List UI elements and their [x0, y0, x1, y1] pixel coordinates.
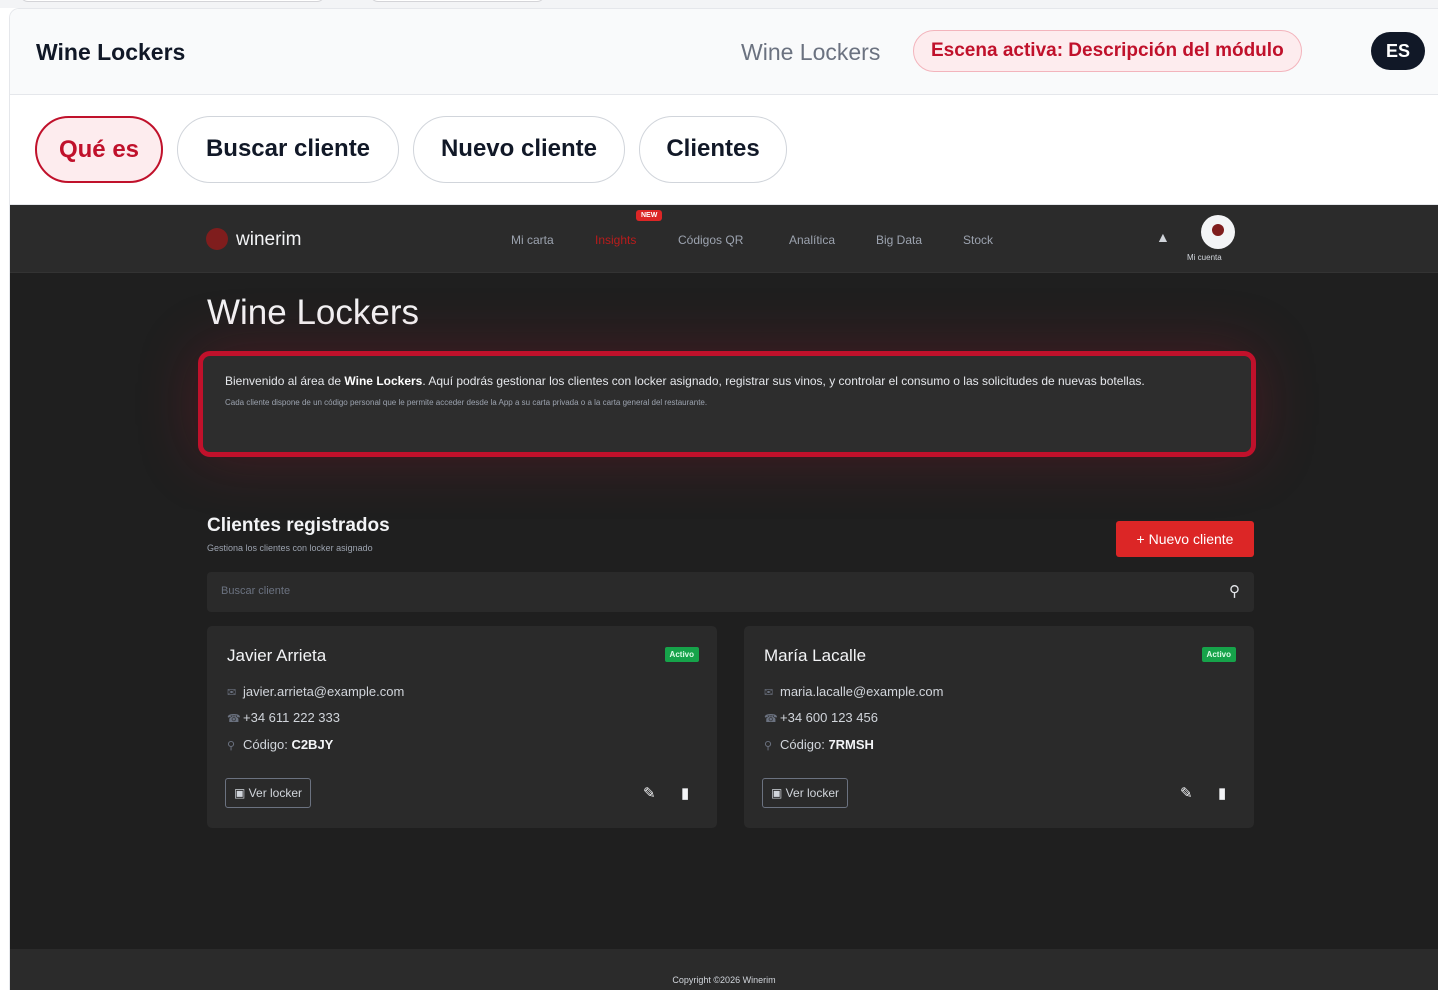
mail-icon: ✉	[764, 687, 774, 699]
nav-insights[interactable]: Insights	[595, 233, 636, 247]
section-subtitle: Gestiona los clientes con locker asignad…	[207, 543, 373, 553]
client-phone: +34 611 222 333	[243, 710, 340, 725]
view-locker-button[interactable]: ▣ Ver locker	[225, 778, 312, 808]
tab-buscar-cliente[interactable]: Buscar cliente	[177, 116, 399, 183]
view-locker-label: Ver locker	[785, 786, 840, 800]
active-scene-badge: Escena activa: Descripción del módulo	[913, 30, 1302, 72]
intro-text: Bienvenido al área de Wine Lockers. Aquí…	[225, 370, 1229, 392]
view-locker-label: Ver locker	[248, 786, 303, 800]
intro-highlight-box: Bienvenido al área de Wine Lockers. Aquí…	[198, 351, 1256, 457]
language-button[interactable]: ES	[1371, 32, 1425, 70]
client-email-row: ✉ maria.lacalle@example.com	[764, 684, 943, 699]
account-avatar[interactable]	[1201, 215, 1235, 249]
client-code-row: ⚲ Código: 7RMSH	[764, 737, 874, 752]
client-phone: +34 600 123 456	[780, 710, 878, 725]
client-code-row: ⚲ Código: C2BJY	[227, 737, 333, 752]
client-name: María Lacalle	[764, 646, 867, 665]
plus-icon: +	[1136, 531, 1149, 547]
nav-analitica[interactable]: Analítica	[789, 233, 835, 247]
top-pill	[370, 0, 545, 2]
module-title: Wine Lockers	[36, 39, 186, 65]
client-phone-row: ☎ +34 600 123 456	[764, 710, 878, 725]
client-code-label: Código:	[780, 737, 825, 752]
tab-clientes[interactable]: Clientes	[639, 116, 787, 183]
intro-text-start: Bienvenido al área de	[225, 374, 345, 388]
intro-text-end: . Aquí podrás gestionar los clientes con…	[422, 374, 1145, 388]
trash-icon[interactable]: ▮	[681, 784, 689, 802]
copyright-text: Copyright ©2026 Winerim	[672, 975, 776, 985]
nav-big-data[interactable]: Big Data	[876, 233, 922, 247]
module-subtitle: Wine Lockers	[741, 39, 881, 65]
lock-icon: ▣	[771, 786, 786, 800]
trash-icon[interactable]: ▮	[1218, 784, 1226, 802]
account-label[interactable]: Mi cuenta	[1187, 253, 1222, 262]
new-client-button[interactable]: + Nuevo cliente	[1116, 521, 1254, 557]
nav-codigos-qr[interactable]: Códigos QR	[678, 233, 743, 247]
client-card: María Lacalle Activo ✉ maria.lacalle@exam…	[744, 626, 1254, 828]
status-badge: Activo	[1201, 647, 1236, 662]
top-pill	[20, 0, 325, 2]
mail-icon: ✉	[227, 687, 237, 699]
client-email: javier.arrieta@example.com	[243, 684, 405, 699]
scene-tabs: Qué es Buscar cliente Nuevo cliente Clie…	[10, 95, 1438, 205]
module-frame: Wine Lockers Wine Lockers Escena activa:…	[9, 8, 1438, 990]
new-client-label: Nuevo cliente	[1148, 531, 1234, 547]
tab-nuevo-cliente[interactable]: Nuevo cliente	[413, 116, 625, 183]
phone-icon: ☎	[227, 713, 241, 725]
view-locker-button[interactable]: ▣ Ver locker	[762, 778, 849, 808]
client-email-row: ✉ javier.arrieta@example.com	[227, 684, 404, 699]
tab-que-es[interactable]: Qué es	[35, 116, 163, 183]
client-code: 7RMSH	[828, 737, 874, 752]
lock-icon: ▣	[234, 786, 249, 800]
app-preview: winerim Mi carta Insights NEW Códigos QR…	[10, 205, 1438, 990]
app-footer: Copyright ©2026 Winerim	[10, 949, 1438, 990]
section-title: Clientes registrados	[207, 515, 390, 536]
app-navbar: winerim Mi carta Insights NEW Códigos QR…	[10, 205, 1438, 273]
edit-icon[interactable]: ✎	[643, 784, 656, 802]
search-icon[interactable]: ⚲	[1229, 582, 1240, 600]
client-code: C2BJY	[291, 737, 334, 752]
app-logo-text[interactable]: winerim	[236, 229, 301, 251]
edit-icon[interactable]: ✎	[1180, 784, 1193, 802]
page-title: Wine Lockers	[207, 293, 420, 332]
new-badge: NEW	[636, 210, 663, 221]
bell-icon[interactable]: ▲	[1156, 229, 1170, 245]
client-phone-row: ☎ +34 611 222 333	[227, 710, 340, 725]
nav-mi-carta[interactable]: Mi carta	[511, 233, 554, 247]
search-placeholder: Buscar cliente	[221, 585, 291, 597]
client-card: Javier Arrieta Activo ✉ javier.arrieta@ex…	[207, 626, 717, 828]
winerim-logo-icon	[206, 228, 228, 250]
phone-icon: ☎	[764, 713, 778, 725]
intro-text-bold: Wine Lockers	[344, 374, 423, 388]
client-name: Javier Arrieta	[227, 646, 327, 665]
nav-stock[interactable]: Stock	[963, 233, 993, 247]
client-search[interactable]: Buscar cliente ⚲	[207, 572, 1254, 612]
key-icon: ⚲	[227, 740, 236, 752]
module-header: Wine Lockers Wine Lockers Escena activa:…	[10, 9, 1438, 95]
intro-note: Cada cliente dispone de un código person…	[225, 398, 708, 407]
client-email: maria.lacalle@example.com	[780, 684, 944, 699]
client-code-label: Código:	[243, 737, 288, 752]
browser-top-strip	[0, 0, 1438, 8]
key-icon: ⚲	[764, 740, 773, 752]
status-badge: Activo	[664, 647, 699, 662]
